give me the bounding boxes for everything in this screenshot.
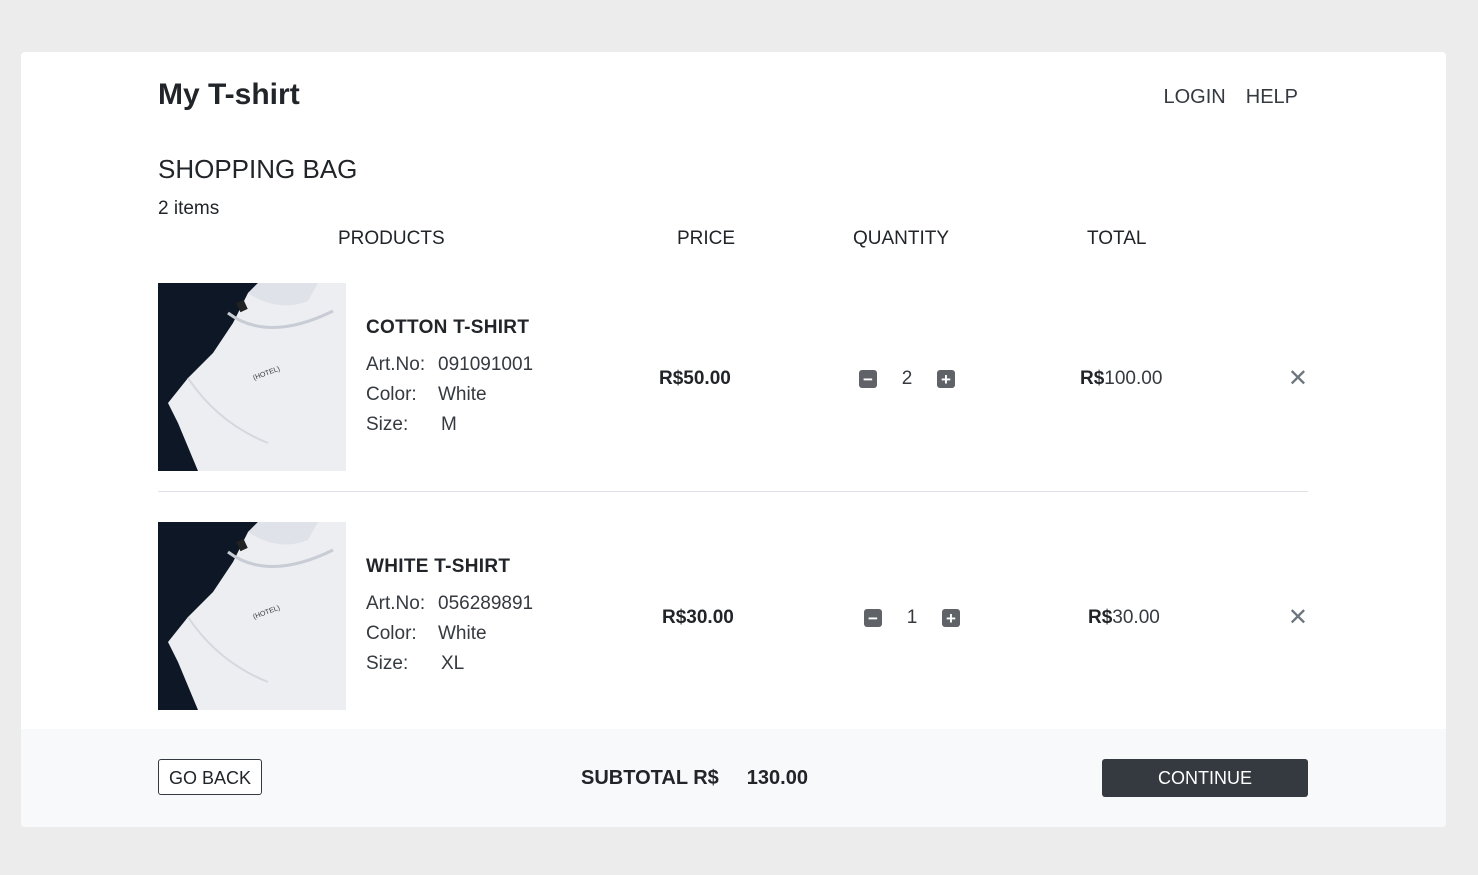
plus-icon[interactable]: + xyxy=(942,609,960,627)
color-label: Color: xyxy=(366,384,417,405)
art-label: Art.No: xyxy=(366,593,426,614)
size-value: M xyxy=(441,414,457,435)
size-label: Size: xyxy=(366,653,409,674)
column-header-total: TOTAL xyxy=(1087,228,1147,249)
help-link[interactable]: HELP xyxy=(1246,86,1298,109)
column-header-products: PRODUCTS xyxy=(338,228,445,249)
color-value: White xyxy=(438,623,487,644)
cart-item-row: (HOTEL) WHITE T-SHIRT Art.No: 056289891 C… xyxy=(158,522,1308,710)
size-label: Size: xyxy=(366,414,409,435)
column-header-price: PRICE xyxy=(677,228,736,249)
login-link[interactable]: LOGIN xyxy=(1164,86,1226,109)
continue-button[interactable]: CONTINUE xyxy=(1102,759,1308,797)
product-color: Color: White xyxy=(366,384,487,406)
art-label: Art.No: xyxy=(366,354,426,375)
product-art-no: Art.No: 056289891 xyxy=(366,593,533,615)
quantity-value: 1 xyxy=(906,607,918,628)
line-total: R$30.00 xyxy=(1088,607,1160,629)
total-value: 100.00 xyxy=(1104,368,1163,389)
unit-price: R$30.00 xyxy=(662,607,734,628)
total-currency: R$ xyxy=(1080,368,1105,389)
product-size: Size: XL xyxy=(366,653,464,675)
item-count: 2 items xyxy=(158,198,220,219)
quantity-stepper: − 2 + xyxy=(859,368,955,390)
art-value: 056289891 xyxy=(438,593,534,614)
color-label: Color: xyxy=(366,623,417,644)
product-name[interactable]: WHITE T-SHIRT xyxy=(366,556,510,578)
minus-icon[interactable]: − xyxy=(864,609,882,627)
line-total: R$100.00 xyxy=(1080,368,1162,390)
size-value: XL xyxy=(441,653,465,674)
close-icon[interactable]: ✕ xyxy=(1288,367,1308,391)
subtotal: SUBTOTAL R$ 130.00 xyxy=(581,767,808,790)
total-currency: R$ xyxy=(1088,607,1113,628)
brand-logo[interactable]: My T-shirt xyxy=(158,78,300,112)
shopping-bag-card: My T-shirt LOGIN HELP SHOPPING BAG 2 ite… xyxy=(21,52,1446,827)
subtotal-label: SUBTOTAL R$ xyxy=(581,767,719,789)
subtotal-value: 130.00 xyxy=(746,767,808,789)
product-name[interactable]: COTTON T-SHIRT xyxy=(366,317,529,339)
top-nav: LOGIN HELP xyxy=(1164,86,1299,109)
product-image[interactable]: (HOTEL) xyxy=(158,283,346,471)
close-icon[interactable]: ✕ xyxy=(1288,606,1308,630)
plus-icon[interactable]: + xyxy=(937,370,955,388)
product-image[interactable]: (HOTEL) xyxy=(158,522,346,710)
column-header-quantity: QUANTITY xyxy=(853,228,950,249)
product-size: Size: M xyxy=(366,414,457,436)
cart-item-row: (HOTEL) COTTON T-SHIRT Art.No: 091091001 … xyxy=(158,283,1308,492)
quantity-stepper: − 1 + xyxy=(864,607,960,629)
unit-price: R$50.00 xyxy=(659,368,731,389)
product-art-no: Art.No: 091091001 xyxy=(366,354,533,376)
go-back-button[interactable]: GO BACK xyxy=(158,759,263,795)
art-value: 091091001 xyxy=(438,354,534,375)
product-color: Color: White xyxy=(366,623,487,645)
color-value: White xyxy=(438,384,487,405)
quantity-value: 2 xyxy=(901,368,913,389)
page-title: SHOPPING BAG xyxy=(158,154,358,184)
minus-icon[interactable]: − xyxy=(859,370,877,388)
total-value: 30.00 xyxy=(1112,607,1160,628)
checkout-footer: GO BACK SUBTOTAL R$ 130.00 CONTINUE xyxy=(21,729,1446,827)
